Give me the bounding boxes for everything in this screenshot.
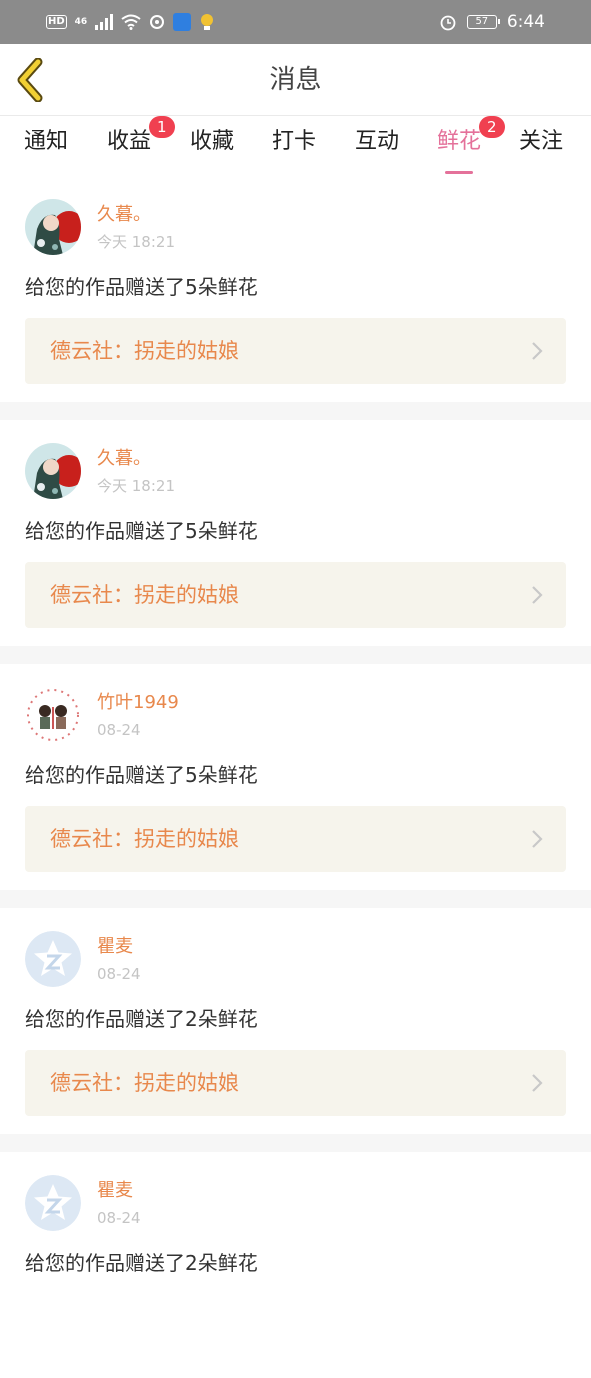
header-bar: 消息 (0, 44, 591, 116)
message-time: 今天 18:21 (97, 233, 175, 251)
user-avatar[interactable] (25, 1175, 81, 1231)
chevron-right-icon (532, 342, 543, 360)
work-link[interactable]: 德云社：拐走的姑娘 (25, 806, 566, 872)
sender-name[interactable]: 瞿麦 (97, 935, 133, 959)
user-avatar[interactable] (25, 687, 81, 743)
tab-flowers[interactable]: 鲜花 2 (437, 116, 505, 174)
photo-avatar-icon (25, 199, 81, 255)
user-avatar[interactable] (25, 931, 81, 987)
bulb-icon (201, 14, 214, 30)
user-avatar[interactable] (25, 443, 81, 499)
hd-icon: HD (46, 15, 67, 29)
work-link[interactable]: 德云社：拐走的姑娘 (25, 318, 566, 384)
message-text: 给您的作品赠送了2朵鲜花 (25, 1007, 258, 1031)
work-title: 德云社：拐走的姑娘 (50, 339, 239, 363)
alarm-icon (440, 15, 456, 31)
tab-notifications[interactable]: 通知 (24, 126, 68, 172)
work-title: 德云社：拐走的姑娘 (50, 1071, 239, 1095)
status-left: HD 46 (46, 11, 215, 33)
work-link[interactable]: 德云社：拐走的姑娘 (25, 1050, 566, 1116)
tab-label: 鲜花 (437, 129, 482, 154)
default-avatar-icon (25, 1175, 81, 1231)
tab-label: 通知 (24, 129, 69, 154)
chevron-right-icon (532, 1074, 543, 1092)
network-type-label: 46 (74, 16, 88, 27)
clock-time: 6:44 (506, 12, 545, 32)
photo-avatar-icon (25, 443, 81, 499)
unread-badge: 2 (479, 116, 505, 138)
battery-icon: 57 (466, 15, 500, 29)
divider (0, 1134, 591, 1152)
message-card: 瞿麦 08-24 给您的作品赠送了2朵鲜花 (0, 1152, 591, 1378)
sync-icon (150, 15, 165, 29)
tab-follow[interactable]: 关注 (519, 126, 563, 172)
tab-earnings[interactable]: 收益 1 (107, 116, 175, 172)
message-text: 给您的作品赠送了5朵鲜花 (25, 275, 258, 299)
tab-checkin[interactable]: 打卡 (272, 126, 316, 172)
user-avatar[interactable] (25, 199, 81, 255)
tab-label: 收藏 (190, 129, 235, 154)
unread-badge: 1 (149, 116, 175, 138)
work-link[interactable]: 德云社：拐走的姑娘 (25, 562, 566, 628)
divider (0, 890, 591, 908)
sender-name[interactable]: 竹叶1949 (97, 691, 179, 715)
message-time: 08-24 (97, 1209, 141, 1227)
active-tab-indicator (445, 171, 474, 174)
wifi-icon (121, 14, 141, 30)
message-card: 瞿麦 08-24 给您的作品赠送了2朵鲜花 德云社：拐走的姑娘 (0, 908, 591, 1134)
message-card: 久暮。 今天 18:21 给您的作品赠送了5朵鲜花 德云社：拐走的姑娘 (0, 420, 591, 646)
cartoon-avatar-icon (25, 687, 81, 743)
message-time: 08-24 (97, 965, 141, 983)
divider (0, 646, 591, 664)
sender-name[interactable]: 久暮。 (97, 447, 151, 471)
tab-label: 关注 (519, 129, 564, 154)
divider (0, 402, 591, 420)
status-right: 57 6:44 (439, 11, 545, 33)
work-title: 德云社：拐走的姑娘 (50, 827, 239, 851)
default-avatar-icon (25, 931, 81, 987)
chevron-right-icon (532, 586, 543, 604)
work-title: 德云社：拐走的姑娘 (50, 583, 239, 607)
message-time: 08-24 (97, 721, 141, 739)
sender-name[interactable]: 瞿麦 (97, 1179, 133, 1203)
tab-bar: 通知 收益 1 收藏 打卡 互动 鲜花 2 关注 (0, 116, 591, 176)
page-title: 消息 (269, 65, 322, 95)
message-text: 给您的作品赠送了5朵鲜花 (25, 763, 258, 787)
signal-icon (95, 14, 114, 30)
message-text: 给您的作品赠送了5朵鲜花 (25, 519, 258, 543)
tab-label: 收益 (107, 129, 152, 154)
message-list: 久暮。 今天 18:21 给您的作品赠送了5朵鲜花 德云社：拐走的姑娘 久暮。 … (0, 176, 591, 1378)
message-card: 竹叶1949 08-24 给您的作品赠送了5朵鲜花 德云社：拐走的姑娘 (0, 664, 591, 890)
tab-label: 互动 (355, 129, 400, 154)
message-time: 今天 18:21 (97, 477, 175, 495)
app-notification-icon (173, 13, 192, 31)
status-bar: HD 46 57 6:44 (0, 0, 591, 44)
tab-favorites[interactable]: 收藏 (190, 126, 234, 172)
message-text: 给您的作品赠送了2朵鲜花 (25, 1251, 258, 1275)
tab-interaction[interactable]: 互动 (355, 126, 399, 172)
message-card: 久暮。 今天 18:21 给您的作品赠送了5朵鲜花 德云社：拐走的姑娘 (0, 176, 591, 402)
chevron-right-icon (532, 830, 543, 848)
sender-name[interactable]: 久暮。 (97, 203, 151, 227)
tab-label: 打卡 (272, 129, 317, 154)
